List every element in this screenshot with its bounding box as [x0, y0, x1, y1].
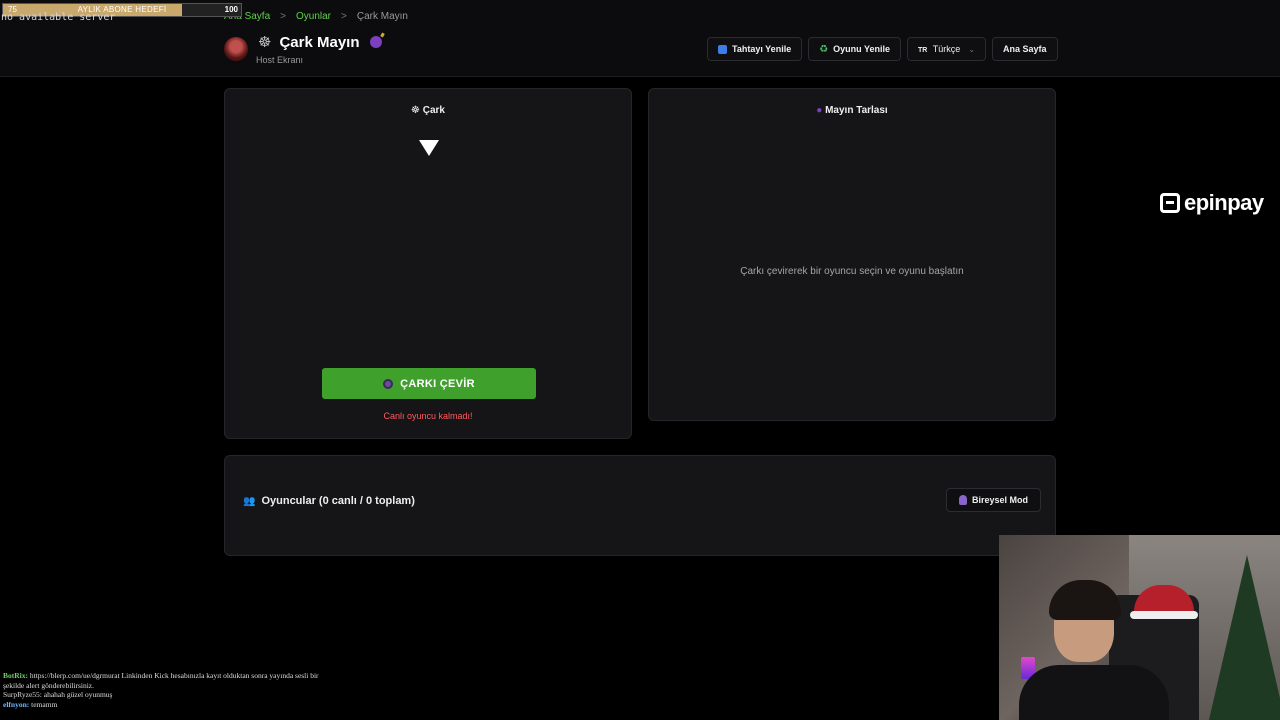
chat-message: SurpRyze55: ahahah güzel oyunmuş [3, 690, 323, 700]
spin-wheel-label: ÇARKI ÇEVİR [400, 377, 475, 390]
restart-game-button[interactable]: ♻ Oyunu Yenile [808, 37, 902, 61]
bomb-icon [369, 36, 382, 48]
wheel-panel-title: ☸ Çark [225, 105, 631, 116]
home-button[interactable]: Ana Sayfa [992, 37, 1058, 61]
chat-text: https://blerp.com/ue/dgrmurat Linkinden … [3, 671, 319, 690]
chat-message: elfnyon: temamm [3, 700, 323, 710]
recycle-icon: ♻ [819, 43, 829, 55]
no-server-message: no available server [1, 12, 116, 23]
header-actions: Tahtayı Yenile ♻ Oyunu Yenile TR Türkçe … [707, 37, 1058, 61]
minefield-panel-title: ● Mayın Tarlası [649, 105, 1055, 116]
sponsor-name: epinpay [1184, 190, 1264, 215]
flag-icon: TR [918, 47, 928, 54]
streamer-body [1019, 665, 1169, 720]
title-row: ☸ Çark Mayın [258, 33, 382, 51]
breadcrumb-separator: > [280, 11, 286, 22]
avatar[interactable] [224, 37, 248, 61]
players-title-text: Oyuncular (0 canlı / 0 toplam) [261, 495, 415, 507]
target-icon [383, 378, 394, 389]
spin-wheel-button[interactable]: ÇARKI ÇEVİR [322, 368, 536, 399]
chat-username: SurpRyze55: [3, 690, 42, 699]
chat-username: BotRix: [3, 671, 28, 680]
chevron-down-icon: ⌄ [968, 44, 976, 54]
refresh-board-label: Tahtayı Yenile [732, 44, 792, 54]
minefield-panel: ● Mayın Tarlası Çarkı çevirerek bir oyun… [648, 88, 1056, 421]
bomb-icon: ● [816, 105, 826, 116]
breadcrumb-current: Çark Mayın [356, 11, 408, 22]
restart-game-label: Oyunu Yenile [833, 44, 891, 54]
chat-text: temamm [31, 699, 58, 709]
home-label: Ana Sayfa [1003, 44, 1047, 54]
language-select[interactable]: TR Türkçe ⌄ [907, 37, 987, 61]
individual-mode-button[interactable]: Bireysel Mod [946, 488, 1042, 512]
chat-message: BotRix: https://blerp.com/ue/dgrmurat Li… [3, 671, 323, 690]
page-title: Çark Mayın [279, 33, 360, 51]
players-title: 👥 Oyuncular (0 canlı / 0 toplam) [243, 495, 415, 507]
players-panel: 👥 Oyuncular (0 canlı / 0 toplam) Bireyse… [224, 455, 1056, 556]
breadcrumb-separator: > [341, 11, 347, 22]
wheel-icon: ☸ [411, 105, 423, 116]
language-label: Türkçe [932, 44, 961, 54]
people-icon: 👥 [243, 495, 256, 507]
chat-text: ahahah güzel oyunmuş [43, 690, 113, 699]
wheel-icon: ☸ [258, 34, 272, 51]
page-subtitle: Host Ekranı [256, 55, 304, 65]
individual-mode-label: Bireysel Mod [972, 495, 1029, 505]
language-value: TR Türkçe [918, 44, 960, 54]
breadcrumb: Ana Sayfa > Oyunlar > Çark Mayın [224, 11, 408, 22]
chat-username: elfnyon: [3, 699, 30, 709]
goal-end-value: 100 [224, 5, 238, 14]
sponsor-logo-icon [1160, 193, 1180, 213]
wheel-pointer-icon [419, 140, 439, 156]
chat-overlay: BotRix: https://blerp.com/ue/dgrmurat Li… [3, 671, 323, 709]
refresh-board-button[interactable]: Tahtayı Yenile [707, 37, 803, 61]
board-icon [718, 44, 727, 54]
breadcrumb-games-link[interactable]: Oyunlar [296, 11, 331, 22]
wheel-panel: ☸ Çark ÇARKI ÇEVİR Canlı oyuncu kalmadı! [224, 88, 632, 439]
webcam-feed [999, 535, 1280, 720]
wheel-title-text: Çark [422, 105, 445, 116]
streamer-hair [1049, 580, 1121, 620]
christmas-tree [1209, 555, 1280, 720]
person-icon [959, 495, 967, 505]
minefield-title-text: Mayın Tarlası [825, 105, 888, 116]
minefield-hint: Çarkı çevirerek bir oyuncu seçin ve oyun… [740, 266, 964, 277]
status-message: Canlı oyuncu kalmadı! [383, 411, 473, 421]
sponsor-logo: epinpay [1160, 190, 1264, 216]
